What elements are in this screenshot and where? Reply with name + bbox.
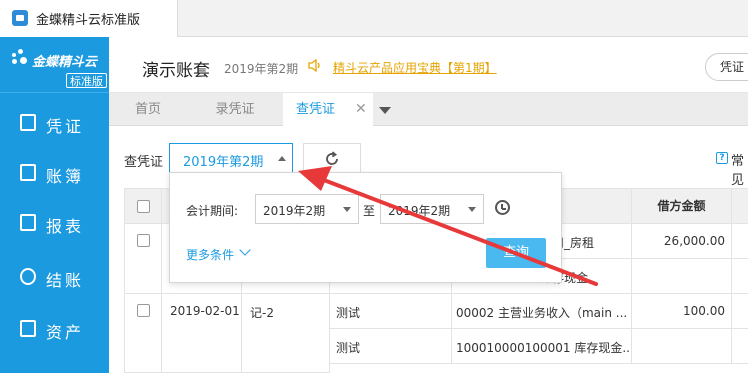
- header-select-cell: [124, 188, 162, 224]
- sidebar-item-label: 凭证: [46, 117, 85, 136]
- report-icon: [20, 214, 36, 231]
- page-header: 演示账套 2019年第2期 精斗云产品应用宝典【第1期】 凭证: [109, 37, 748, 93]
- help-icon[interactable]: ?: [716, 152, 728, 164]
- refresh-icon: [326, 151, 338, 165]
- table-cell-next: [732, 294, 748, 329]
- sidebar-item-ledger[interactable]: 账簿: [0, 153, 109, 193]
- filter-label: 查凭证: [124, 155, 164, 170]
- sidebar-item-label: 报表: [46, 217, 85, 236]
- browser-tab-strip: 金蝶精斗云标准版: [0, 0, 748, 37]
- brand-name: 金蝶精斗云: [32, 55, 98, 70]
- sidebar-item-label: 结账: [46, 271, 85, 290]
- promo-link[interactable]: 精斗云产品应用宝典【第1期】: [333, 59, 497, 76]
- table-cell-debit: 26,000.00: [632, 224, 732, 259]
- sidebar-item-report[interactable]: 报表: [0, 203, 109, 243]
- caret-down-icon: [468, 207, 476, 212]
- caret-up-icon: [278, 156, 286, 161]
- period-to-value: 2019年2期: [388, 204, 451, 218]
- period-from-select[interactable]: 2019年2期: [255, 194, 359, 224]
- browser-tab[interactable]: 金蝶精斗云标准版: [0, 0, 178, 37]
- clock-icon[interactable]: [495, 200, 510, 215]
- sidebar-item-label: 资产: [46, 323, 85, 342]
- table-cell-number[interactable]: 记-2: [242, 294, 330, 373]
- row-select-cell: [124, 294, 162, 373]
- header-next-column: [732, 188, 748, 224]
- period-range-label: 会计期间:: [186, 204, 239, 218]
- table-cell-next: [732, 224, 748, 259]
- period-select[interactable]: 2019年第2期: [169, 143, 293, 173]
- brand-edition-badge: 标准版: [66, 73, 107, 88]
- sidebar: 金蝶精斗云 标准版 凭证 账簿 报表 结账 资产: [0, 37, 109, 373]
- more-conditions-link[interactable]: 更多条件: [186, 246, 234, 263]
- app-favicon-icon: [12, 10, 28, 26]
- table-cell-summary: 测试: [330, 294, 452, 329]
- ledger-icon: [20, 164, 36, 181]
- table-cell-summary: 测试: [330, 329, 452, 364]
- speaker-icon: [308, 59, 320, 72]
- close-icon[interactable]: ✕: [355, 93, 367, 126]
- edit-voucher-icon: [20, 114, 36, 131]
- period-from-value: 2019年2期: [263, 204, 326, 218]
- tab-home[interactable]: 首页: [109, 93, 187, 126]
- sidebar-item-closing[interactable]: 结账: [0, 257, 109, 297]
- help-link[interactable]: 常见: [731, 150, 748, 188]
- period-to-select[interactable]: 2019年2期: [380, 194, 484, 224]
- table-cell-debit: [632, 329, 732, 364]
- query-button[interactable]: 查询: [486, 238, 546, 268]
- table-cell-debit: [632, 259, 732, 294]
- brand-logo-icon: [10, 49, 30, 69]
- chevron-down-icon[interactable]: [239, 244, 251, 256]
- voucher-button[interactable]: 凭证: [705, 53, 748, 81]
- closing-icon: [20, 268, 36, 285]
- tab-bar: 首页 录凭证 查凭证 ✕: [109, 93, 748, 126]
- row-checkbox[interactable]: [137, 234, 150, 247]
- table-cell-next: [732, 329, 748, 364]
- table-cell-debit: 100.00: [632, 294, 732, 329]
- current-period: 2019年第2期: [224, 62, 299, 76]
- tab-enter-voucher[interactable]: 录凭证: [187, 93, 283, 126]
- query-popover: 会计期间: 2019年2期 至 2019年2期 更多条件 查询: [169, 172, 562, 283]
- caret-down-icon: [343, 207, 351, 212]
- browser-tab-title: 金蝶精斗云标准版: [36, 13, 141, 28]
- table-cell-next: [732, 259, 748, 294]
- select-all-checkbox[interactable]: [137, 200, 150, 213]
- refresh-button[interactable]: [303, 143, 361, 173]
- row-select-cell: [124, 224, 162, 294]
- sidebar-item-label: 账簿: [46, 167, 85, 186]
- account-name: 演示账套: [142, 61, 210, 81]
- table-cell-subject: 100010000100001 库存现金...: [452, 329, 632, 364]
- row-checkbox[interactable]: [137, 304, 150, 317]
- brand: 金蝶精斗云 标准版: [0, 37, 109, 93]
- tab-label: 查凭证: [296, 102, 336, 117]
- sidebar-item-voucher[interactable]: 凭证: [0, 103, 109, 143]
- asset-icon: [20, 320, 36, 337]
- header-debit: 借方金额: [632, 188, 732, 224]
- table-cell-date: 2019-02-01: [162, 294, 242, 373]
- period-select-value: 2019年第2期: [183, 155, 264, 170]
- table-cell-subject: 00002 主营业务收入（main ...: [452, 294, 632, 329]
- sidebar-item-asset[interactable]: 资产: [0, 309, 109, 349]
- tab-query-voucher[interactable]: 查凭证 ✕: [283, 93, 373, 126]
- range-separator: 至: [363, 204, 376, 218]
- tabs-dropdown-icon[interactable]: [375, 97, 395, 121]
